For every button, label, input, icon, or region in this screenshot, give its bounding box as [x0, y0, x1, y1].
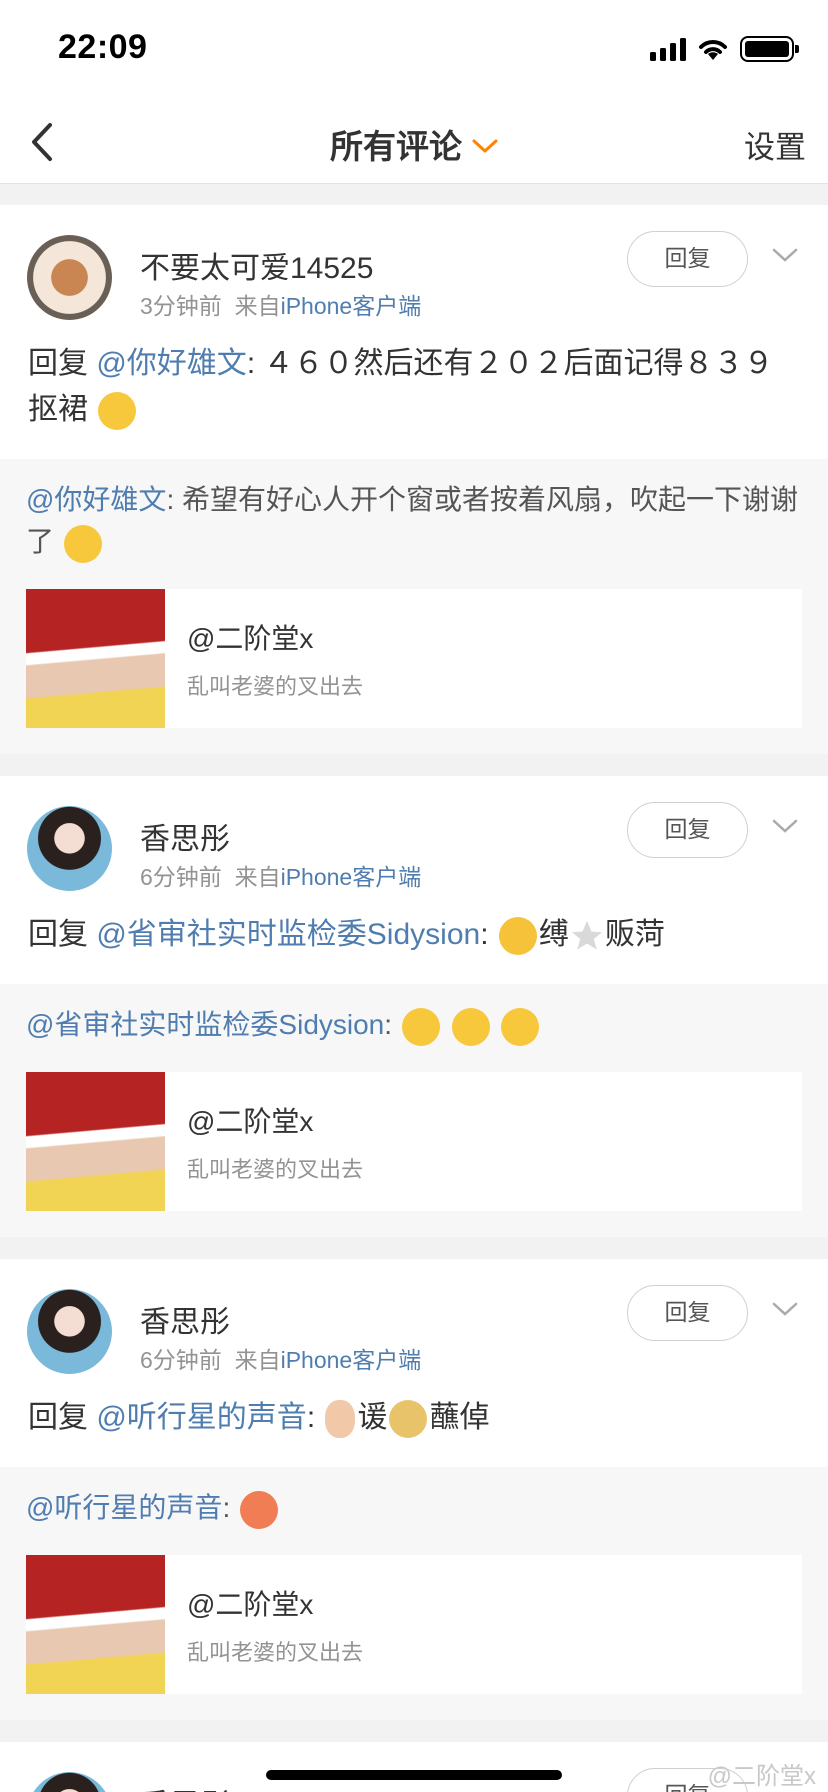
quoted-comment[interactable]: @你好雄文: 希望有好心人开个窗或者按着风扇，吹起一下谢谢了 @二阶堂x 乱叫老… [0, 459, 828, 754]
quote-text: @省审社实时监检委Sidysion: [26, 1004, 802, 1046]
comment-meta: 6分钟前 来自iPhone客户端 [140, 858, 421, 892]
post-thumbnail [26, 1555, 165, 1694]
comment-header: 香思彤 6分钟前 来自iPhone客户端 回复 [0, 1259, 828, 1375]
username[interactable]: 不要太可爱14525 [140, 243, 373, 287]
status-bar: 22:09 [0, 0, 828, 100]
reply-button[interactable]: 回复 [627, 1285, 748, 1341]
share-info: @二阶堂x 乱叫老婆的叉出去 [165, 1100, 363, 1184]
dropdown-chevron-icon [472, 139, 498, 153]
comment-body: 回复 @听行星的声音: 谖 蘸倬 [0, 1373, 828, 1467]
comment-time: 6分钟前 [140, 1347, 222, 1373]
signal-icon [650, 37, 686, 61]
comment-feed[interactable]: 不要太可爱14525 3分钟前 来自iPhone客户端 回复 回复 @你好雄文:… [0, 205, 828, 1792]
quote-content: : [222, 1492, 238, 1523]
grin-emoji-icon [498, 917, 537, 956]
blissful-emoji-icon [501, 1007, 540, 1046]
watermark: @二阶堂x [707, 1763, 816, 1790]
comment-content-part: 谖 [357, 1401, 388, 1434]
username[interactable]: 香思彤 [140, 1780, 230, 1792]
battery-icon [740, 36, 799, 62]
hug-emoji-icon [98, 392, 137, 431]
comment-card: 香思彤 6分钟前 来自iPhone客户端 回复 回复 @省审社实时监检委Sidy… [0, 776, 828, 1237]
cute-creature-emoji-icon [240, 1490, 278, 1529]
quote-mention-link[interactable]: @省审社实时监检委Sidysion [26, 1009, 384, 1040]
comment-meta: 6分钟前 来自iPhone客户端 [140, 1341, 421, 1375]
avatar[interactable] [27, 806, 112, 891]
post-thumbnail [26, 1072, 165, 1211]
reply-prefix: 回复 [28, 1401, 88, 1434]
eye-roll-emoji-icon [63, 524, 102, 563]
comment-content-part: : [306, 1401, 324, 1434]
reply-button[interactable]: 回复 [627, 802, 748, 858]
blissful-emoji-icon [451, 1007, 490, 1046]
status-icons [650, 36, 799, 62]
comment-meta: 3分钟前 来自iPhone客户端 [140, 287, 421, 321]
comment-card: 香思彤 6分钟前 来自iPhone客户端 回复 回复 @听行星的声音: 谖蘸倬 … [0, 1259, 828, 1720]
baby-emoji-icon [325, 1400, 356, 1439]
comment-header: 不要太可爱14525 3分钟前 来自iPhone客户端 回复 [0, 205, 828, 321]
reply-prefix: 回复 [28, 918, 88, 951]
comment-content-part: 缚 [538, 918, 569, 951]
share-subtitle: 乱叫老婆的叉出去 [187, 1639, 364, 1665]
comment-time: 6分钟前 [140, 864, 222, 890]
username[interactable]: 香思彤 [140, 814, 230, 858]
doge-emoji-icon [389, 1400, 428, 1439]
page-title: 所有评论 [330, 128, 462, 165]
quote-text: @你好雄文: 希望有好心人开个窗或者按着风扇，吹起一下谢谢了 [26, 479, 802, 563]
comment-card: 不要太可爱14525 3分钟前 来自iPhone客户端 回复 回复 @你好雄文:… [0, 205, 828, 754]
avatar[interactable] [27, 235, 112, 320]
shared-post[interactable]: @二阶堂x 乱叫老婆的叉出去 [26, 1072, 802, 1211]
comment-body: 回复 @你好雄文: ４６０然后还有２０２后面记得８３９抠裙 [0, 319, 828, 459]
comment-content-part: : [480, 918, 497, 951]
comment-card: 香思彤 回复 [0, 1742, 828, 1792]
share-info: @二阶堂x 乱叫老婆的叉出去 [165, 617, 363, 701]
source-client[interactable]: iPhone客户端 [281, 864, 422, 890]
source-client[interactable]: iPhone客户端 [281, 1347, 422, 1373]
quote-content: : [384, 1009, 400, 1040]
quote-mention-link[interactable]: @你好雄文 [26, 484, 166, 515]
mention-link[interactable]: @你好雄文 [96, 347, 246, 380]
comment-filter-dropdown[interactable]: 所有评论 [0, 120, 828, 168]
share-subtitle: 乱叫老婆的叉出去 [187, 673, 364, 699]
comment-header: 香思彤 6分钟前 来自iPhone客户端 回复 [0, 776, 828, 892]
quoted-comment[interactable]: @省审社实时监检委Sidysion: @二阶堂x 乱叫老婆的叉出去 [0, 984, 828, 1237]
more-chevron-icon[interactable] [772, 818, 798, 834]
comment-content-part: 贩菏 [604, 918, 665, 951]
status-time: 22:09 [58, 28, 148, 66]
more-chevron-icon[interactable] [772, 1301, 798, 1317]
wifi-icon [699, 40, 727, 60]
more-chevron-icon[interactable] [772, 247, 798, 263]
share-subtitle: 乱叫老婆的叉出去 [187, 1156, 364, 1182]
avatar[interactable] [27, 1772, 112, 1792]
home-indicator [266, 1770, 562, 1780]
star-icon [571, 921, 602, 950]
shared-post[interactable]: @二阶堂x 乱叫老婆的叉出去 [26, 1555, 802, 1694]
comment-content-part: 蘸倬 [429, 1401, 490, 1434]
source-client[interactable]: iPhone客户端 [281, 293, 422, 319]
mention-link[interactable]: @听行星的声音 [96, 1401, 306, 1434]
comment-time: 3分钟前 [140, 293, 222, 319]
shared-post[interactable]: @二阶堂x 乱叫老婆的叉出去 [26, 589, 802, 728]
blissful-emoji-icon [401, 1007, 440, 1046]
post-thumbnail [26, 589, 165, 728]
share-title: @二阶堂x [187, 1105, 314, 1137]
avatar[interactable] [27, 1289, 112, 1374]
comment-body: 回复 @省审社实时监检委Sidysion: 缚 贩菏 [0, 890, 828, 984]
nav-bar: 所有评论 设置 [0, 100, 828, 184]
quote-text: @听行星的声音: [26, 1487, 802, 1529]
source-prefix: 来自 [234, 864, 281, 890]
username[interactable]: 香思彤 [140, 1297, 230, 1341]
settings-button[interactable]: 设置 [744, 122, 806, 167]
source-prefix: 来自 [234, 1347, 281, 1373]
quoted-comment[interactable]: @听行星的声音: @二阶堂x 乱叫老婆的叉出去 [0, 1467, 828, 1720]
share-title: @二阶堂x [187, 1588, 314, 1620]
mention-link[interactable]: @省审社实时监检委Sidysion [96, 918, 480, 951]
quote-mention-link[interactable]: @听行星的声音 [26, 1492, 222, 1523]
share-title: @二阶堂x [187, 622, 314, 654]
reply-button[interactable]: 回复 [627, 231, 748, 287]
reply-prefix: 回复 [28, 347, 88, 380]
share-info: @二阶堂x 乱叫老婆的叉出去 [165, 1583, 363, 1667]
source-prefix: 来自 [234, 293, 281, 319]
